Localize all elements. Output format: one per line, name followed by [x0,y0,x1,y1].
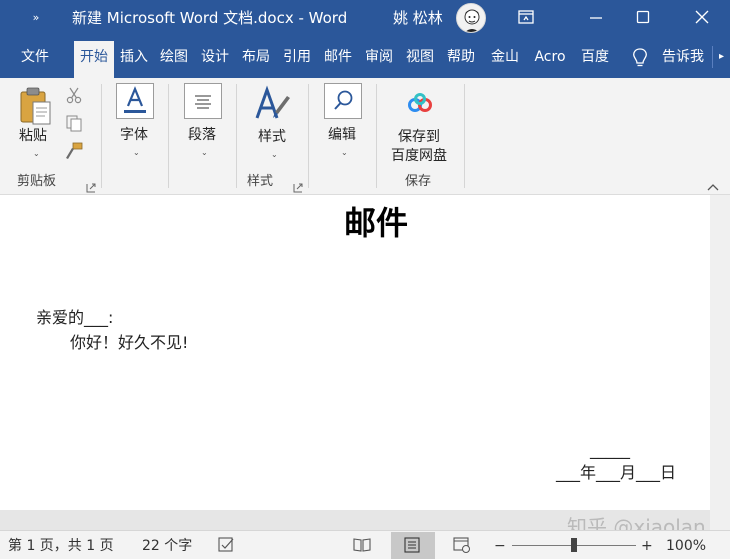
paragraph-icon [195,95,211,109]
ribbon-display-options-button[interactable] [511,4,541,32]
format-painter-button[interactable] [65,142,83,160]
document-body[interactable]: 你好！好久不见! [70,332,188,354]
status-bar: 第 1 页，共 1 页 22 个字 − + 100% [0,530,730,559]
cut-icon [66,87,82,104]
styles-icon [255,85,290,119]
clipboard-dialog-launcher[interactable] [86,178,96,193]
paste-label[interactable]: 粘贴 [19,127,47,145]
ribbon-tab-row: 文件 开始 插入 绘图 设计 布局 引用 邮件 审阅 视图 帮助 金山 Acro… [0,38,730,78]
styles-label[interactable]: 样式 [258,128,286,146]
font-icon [124,86,146,113]
cut-button[interactable] [65,86,83,104]
styles-chevron-down-icon[interactable]: ⌄ [271,150,278,160]
print-layout-button[interactable] [403,537,421,553]
styles-button[interactable] [253,84,293,124]
clipboard-group-label: 剪贴板 [17,174,57,189]
editing-label[interactable]: 编辑 [328,126,356,144]
zoom-slider-thumb[interactable] [571,538,577,552]
read-mode-icon [353,538,371,552]
word-count[interactable]: 22 个字 [142,537,192,555]
tab-design[interactable]: 设计 [197,46,233,78]
font-chevron-down-icon[interactable]: ⌄ [133,148,140,158]
document-page[interactable]: 邮件 亲爱的___: 你好！好久不见! _____ ___年___月___日 [0,195,710,510]
tab-overflow-button[interactable]: ▸ [712,46,730,68]
ribbon-home: 粘贴 ⌄ 剪贴板 字体 ⌄ 段落 ⌄ 样式 ⌄ 样式 编辑 ⌄ 保存到 百度网盘… [0,78,730,195]
chevron-up-icon [707,184,719,191]
paste-icon [20,87,51,125]
paragraph-button[interactable] [184,83,222,119]
baidu-cloud-icon [408,93,432,112]
proofing-button[interactable] [218,537,236,553]
tab-home[interactable]: 开始 [74,41,114,78]
restore-icon [518,10,534,24]
close-icon [695,10,709,24]
read-mode-button[interactable] [353,537,371,553]
save-group-label: 保存 [405,174,432,189]
tell-me-label[interactable]: 告诉我 [662,46,704,68]
search-icon [334,90,353,110]
paste-chevron-down-icon[interactable]: ⌄ [33,149,40,159]
lightbulb-icon [633,48,647,67]
zoom-out-button[interactable]: − [494,537,506,555]
maximize-icon [636,10,650,24]
tab-references[interactable]: 引用 [279,46,315,78]
font-label[interactable]: 字体 [120,126,148,144]
font-button[interactable] [116,83,154,119]
launcher-icon [293,183,303,193]
document-title: 新建 Microsoft Word 文档.docx - Word [72,9,348,27]
editing-button[interactable] [324,83,362,119]
styles-dialog-launcher[interactable] [293,178,303,193]
web-layout-button[interactable] [453,537,471,553]
save-to-baidu-label-line2[interactable]: 百度网盘 [391,147,447,165]
tab-layout[interactable]: 布局 [238,46,274,78]
title-bar: » 新建 Microsoft Word 文档.docx - Word 姚 松林 [0,0,730,38]
proofing-icon [218,537,234,552]
page-info[interactable]: 第 1 页，共 1 页 [8,537,114,555]
zoom-percent[interactable]: 100% [666,537,706,555]
tab-insert[interactable]: 插入 [116,46,152,78]
tab-mailings[interactable]: 邮件 [320,46,356,78]
copy-icon [66,115,82,132]
document-signature-line[interactable]: _____ [590,439,630,461]
web-layout-icon [453,537,470,553]
format-painter-icon [66,142,83,159]
minimize-button[interactable] [581,4,611,32]
tab-review[interactable]: 审阅 [361,46,397,78]
tab-acrobat[interactable]: Acro [530,46,570,78]
print-layout-icon [404,537,420,553]
document-area: 邮件 亲爱的___: 你好！好久不见! _____ ___年___月___日 [0,195,730,530]
vertical-scrollbar[interactable] [710,195,730,530]
zoom-in-button[interactable]: + [641,537,653,555]
paste-button[interactable] [18,86,54,126]
maximize-button[interactable] [628,4,658,32]
user-name[interactable]: 姚 松林 [393,8,443,28]
tab-file[interactable]: 文件 [10,46,60,78]
tab-kingsoft[interactable]: 金山 [484,46,526,78]
collapse-ribbon-button[interactable] [706,178,720,191]
avatar[interactable] [456,3,486,33]
styles-group-label: 样式 [247,174,274,189]
tab-help[interactable]: 帮助 [443,46,479,78]
tell-me-button[interactable] [630,47,650,69]
tab-baidu[interactable]: 百度 [575,46,615,78]
close-button[interactable] [687,4,717,32]
paragraph-chevron-down-icon[interactable]: ⌄ [201,148,208,158]
launcher-icon [86,183,96,193]
copy-button[interactable] [65,114,83,132]
tab-view[interactable]: 视图 [402,46,438,78]
quick-access-more-button[interactable]: » [26,8,46,28]
save-to-baidu-label-line1[interactable]: 保存到 [398,128,440,146]
document-date-line[interactable]: ___年___月___日 [556,462,676,484]
tab-draw[interactable]: 绘图 [156,46,192,78]
document-heading[interactable]: 邮件 [344,203,408,243]
minimize-icon [590,17,602,19]
document-greeting[interactable]: 亲爱的___: [36,307,113,329]
save-to-baidu-button[interactable] [406,92,434,116]
paragraph-label[interactable]: 段落 [188,126,216,144]
editing-chevron-down-icon[interactable]: ⌄ [341,148,348,158]
